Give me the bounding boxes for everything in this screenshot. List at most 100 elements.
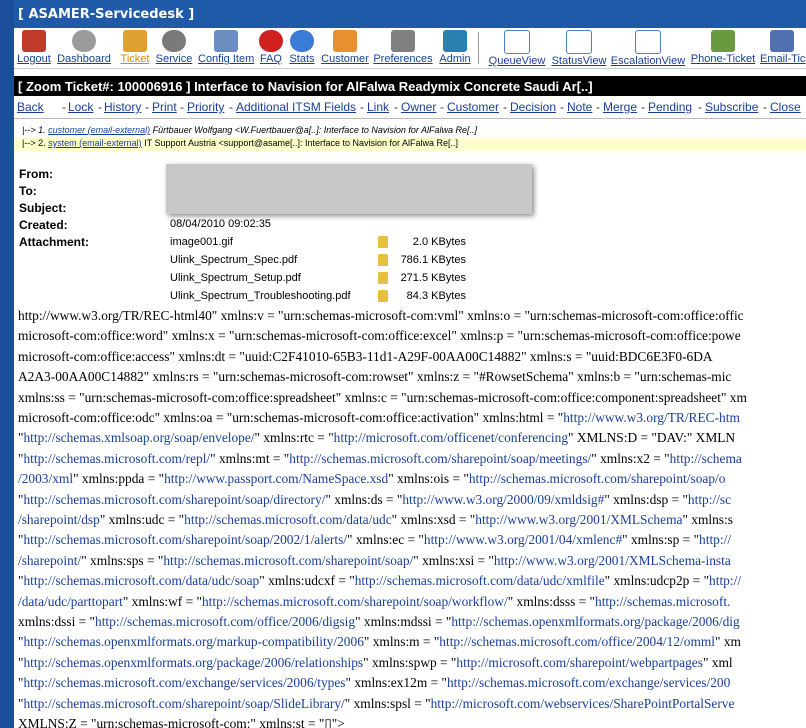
body-link[interactable]: /sharepoint/ [18,553,81,568]
body-link[interactable]: /data/udc/parttopart [18,594,123,609]
toolbar-dashboard[interactable]: Dashboard [56,30,112,65]
action-owner[interactable]: Owner [401,100,436,114]
body-line: A2A3-00AA00C14882" xmlns:rs = "urn:schem… [18,369,731,385]
body-link[interactable]: http://schema [670,451,742,466]
body-link[interactable]: http:// [709,573,741,588]
article-row-2[interactable]: |--> 2. system (email-external) IT Suppo… [14,138,806,151]
body-link[interactable]: http://schemas.microsoft. [595,594,730,609]
body-link[interactable]: http://schemas.microsoft.com/office/2004… [439,634,715,649]
main-toolbar: Logout Dashboard Ticket Service Config I… [14,28,806,69]
toolbar-admin[interactable]: Admin [438,30,472,65]
action-history[interactable]: History [104,100,141,114]
action-additional-itsm-fields[interactable]: Additional ITSM Fields [236,100,356,114]
body-link[interactable]: http://schemas.microsoft.com/data/udc/xm… [355,573,605,588]
body-link[interactable]: http://sc [688,492,731,507]
toolbar-faq[interactable]: FAQ [258,30,284,65]
body-link[interactable]: http://microsoft.com/sharepoint/webpartp… [456,655,703,670]
body-link[interactable]: http://microsoft.com/officenet/conferenc… [334,430,568,445]
body-link[interactable]: http://schemas.openxmlformats.org/packag… [23,655,363,670]
attachment-download-icon[interactable] [378,254,388,266]
action-print[interactable]: Print [152,100,177,114]
preferences-icon [391,30,415,52]
body-text: " xmlns:spwp = " [363,654,457,670]
body-link[interactable]: http://schemas.microsoft.com/exchange/se… [447,675,730,690]
action-customer[interactable]: Customer [447,100,499,114]
action-merge[interactable]: Merge [603,100,637,114]
body-link[interactable]: /sharepoint/dsp [18,512,100,527]
body-link[interactable]: http://schemas.microsoft.com/exchange/se… [23,675,345,690]
toolbar-config-item[interactable]: Config Item [198,30,254,65]
subject-label: Subject: [19,201,67,215]
action-back[interactable]: Back [17,100,44,114]
body-line: /2003/xml" xmlns:ppda = "http://www.pass… [18,471,725,487]
body-link[interactable]: http://schemas.openxmlformats.org/markup… [23,634,363,649]
body-link[interactable]: http://schemas.microsoft.com/sharepoint/… [202,594,508,609]
action-subscribe[interactable]: Subscribe [705,100,758,114]
toolbar-ticket[interactable]: Ticket [117,30,153,65]
toolbar-preferences[interactable]: Preferences [372,30,434,65]
action-priority[interactable]: Priority [187,100,224,114]
attachment-download-icon[interactable] [378,272,388,284]
body-line: "http://schemas.microsoft.com/exchange/s… [18,675,730,691]
body-link[interactable]: http://schemas.microsoft.com/sharepoint/… [23,696,344,711]
body-link[interactable]: http://schemas.openxmlformats.org/packag… [451,614,739,629]
to-label: To: [19,184,37,198]
action-decision[interactable]: Decision [510,100,556,114]
queue-view-icon [504,30,530,54]
toolbar-service[interactable]: Service [154,30,194,65]
body-link[interactable]: http://schemas.microsoft.com/sharepoint/… [23,492,325,507]
attachment-name[interactable]: Ulink_Spectrum_Setup.pdf [170,272,301,284]
body-text: microsoft-com:office:access" xmlns:dt = … [18,348,713,364]
body-text: " xmlns:ois = " [388,471,469,487]
attachment-download-icon[interactable] [378,290,388,302]
body-text: " xmlns:ec = " [347,532,424,548]
body-link[interactable]: http://schemas.microsoft.com/sharepoint/… [469,471,726,486]
body-link[interactable]: http://schemas.microsoft.com/data/udc [184,512,392,527]
attachment-name[interactable]: image001.gif [170,236,233,248]
body-link[interactable]: http:// [699,532,731,547]
body-link[interactable]: http://schemas.xmlsoap.org/soap/envelope… [23,430,254,445]
body-link[interactable]: http://schemas.microsoft.com/data/udc/so… [23,573,259,588]
action-pending[interactable]: Pending [648,100,692,114]
action-link[interactable]: Link [367,100,389,114]
body-link[interactable]: http://www.w3.org/2001/04/xmlenc# [424,532,622,547]
body-link[interactable]: http://www.w3.org/2001/XMLSchema [475,512,682,527]
toolbar-logout[interactable]: Logout [16,30,52,65]
attachment-size: 786.1 KBytes [400,254,466,266]
toolbar-email-ticket[interactable]: Email-Tic [760,30,806,65]
body-line: "http://schemas.microsoft.com/repl/" xml… [18,451,742,467]
body-text: http://www.w3.org/TR/REC-html40" xmlns:v… [18,308,744,323]
redacted-block [166,164,532,214]
title-bar: [ ASAMER-Servicedesk ] [14,0,806,28]
action-close[interactable]: Close [770,100,801,114]
body-text: " xmlns:rtc = " [254,430,334,446]
config-item-icon [214,30,238,52]
body-link[interactable]: http://www.w3.org/2000/09/xmldsig# [402,492,604,507]
body-link[interactable]: http://www.w3.org/2001/XMLSchema-insta [494,553,731,568]
body-link[interactable]: http://www.w3.org/TR/REC-htm [563,410,740,425]
body-link[interactable]: http://microsoft.com/webservices/SharePo… [431,696,735,711]
article-row-1[interactable]: |--> 1. customer (email-external) Fürtba… [22,125,477,135]
toolbar-escalation-view[interactable]: EscalationView [610,30,686,67]
body-link[interactable]: /2003/xml [18,471,73,486]
window-title: [ ASAMER-Servicedesk ] [18,7,195,22]
toolbar-stats[interactable]: Stats [288,30,316,65]
toolbar-customer[interactable]: Customer [320,30,370,65]
toolbar-status-view[interactable]: StatusView [550,30,608,67]
attachment-name[interactable]: Ulink_Spectrum_Troubleshooting.pdf [170,290,351,302]
body-link[interactable]: http://schemas.microsoft.com/sharepoint/… [163,553,413,568]
body-link[interactable]: http://schemas.microsoft.com/sharepoint/… [289,451,591,466]
toolbar-queue-view[interactable]: QueueView [488,30,546,67]
body-link[interactable]: http://schemas.microsoft.com/repl/ [23,451,210,466]
attachment-name[interactable]: Ulink_Spectrum_Spec.pdf [170,254,297,266]
attachment-download-icon[interactable] [378,236,388,248]
action-note[interactable]: Note [567,100,592,114]
phone-ticket-icon [711,30,735,52]
action-lock[interactable]: Lock [68,100,93,114]
body-link[interactable]: http://www.passport.com/NameSpace.xsd [164,471,388,486]
body-text: " xml [702,654,733,670]
body-line: microsoft-com:office:word" xmlns:x = "ur… [18,328,741,344]
toolbar-phone-ticket[interactable]: Phone-Ticket [690,30,756,65]
body-link[interactable]: http://schemas.microsoft.com/office/2006… [95,614,355,629]
body-link[interactable]: http://schemas.microsoft.com/sharepoint/… [23,532,347,547]
